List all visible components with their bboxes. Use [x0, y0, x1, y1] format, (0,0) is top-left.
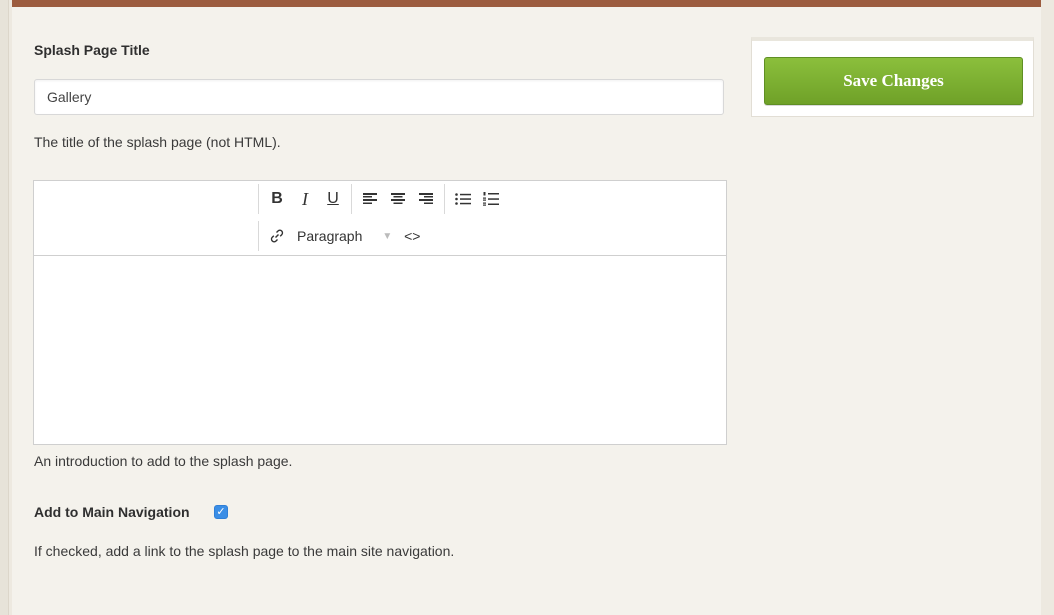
nav-help-text: If checked, add a link to the splash pag…: [34, 543, 455, 559]
editor-content-area[interactable]: [34, 256, 726, 444]
list-group: [444, 184, 509, 214]
rich-text-editor: B I U Paragraph ▼ <>: [33, 180, 727, 445]
title-field-label: Splash Page Title: [34, 42, 150, 58]
insert-group: Paragraph ▼ <>: [258, 221, 430, 251]
top-accent-bar: [12, 0, 1041, 7]
text-style-group: B I U: [258, 184, 351, 214]
bold-button[interactable]: B: [263, 185, 291, 213]
toolbar-row-2: Paragraph ▼ <>: [258, 221, 430, 251]
toolbar-row-1: B I U: [258, 184, 509, 214]
alignment-group: [351, 184, 444, 214]
chevron-down-icon: ▼: [382, 230, 393, 242]
title-input[interactable]: [34, 79, 724, 115]
bullet-list-icon[interactable]: [449, 185, 477, 213]
save-changes-button[interactable]: Save Changes: [764, 57, 1023, 105]
format-select-value: Paragraph: [297, 228, 363, 244]
add-to-navigation-checkbox[interactable]: ✓: [214, 505, 228, 519]
align-right-icon[interactable]: [412, 185, 440, 213]
underline-button[interactable]: U: [319, 185, 347, 213]
checkmark-icon: ✓: [216, 505, 226, 518]
intro-help-text: An introduction to add to the splash pag…: [34, 453, 293, 469]
left-border: [0, 0, 9, 615]
paragraph-format-select[interactable]: Paragraph ▼: [291, 222, 398, 250]
align-center-icon[interactable]: [384, 185, 412, 213]
title-help-text: The title of the splash page (not HTML).: [34, 134, 281, 150]
save-panel: Save Changes: [751, 37, 1034, 117]
nav-checkbox-label: Add to Main Navigation: [34, 504, 190, 520]
numbered-list-icon[interactable]: [477, 185, 505, 213]
align-left-icon[interactable]: [356, 185, 384, 213]
italic-button[interactable]: I: [291, 185, 319, 213]
link-icon[interactable]: [263, 222, 291, 250]
editor-toolbar: B I U Paragraph ▼ <>: [34, 181, 726, 256]
source-code-button[interactable]: <>: [398, 222, 426, 250]
